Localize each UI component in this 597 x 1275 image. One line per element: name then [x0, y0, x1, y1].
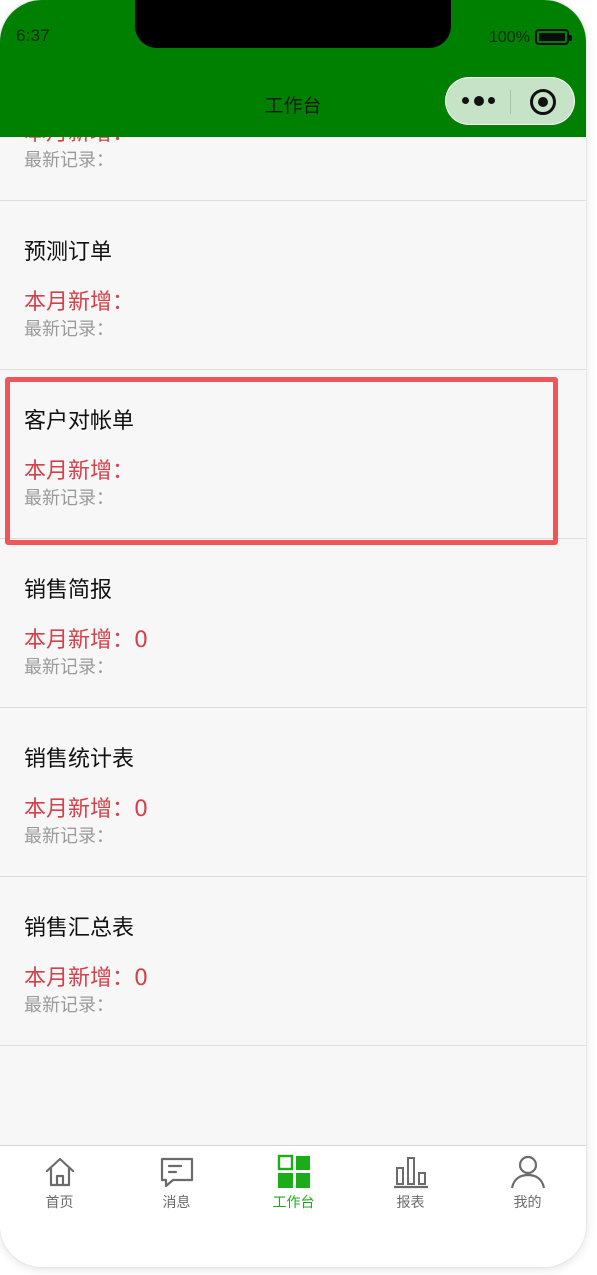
item-monthly-new-value: 0	[134, 628, 149, 653]
tab-label: 首页	[45, 1195, 74, 1211]
item-monthly-new: 本月新增：0	[24, 960, 148, 992]
list-item-sales-statistics[interactable]: 销售统计表 本月新增：0 最新记录：	[0, 708, 586, 877]
list-item-sales-brief[interactable]: 销售简报 本月新增：0 最新记录：	[0, 539, 586, 708]
battery-percentage: 100%	[489, 29, 530, 46]
capsule-divider	[510, 90, 511, 114]
item-monthly-new: 本月新增：0	[24, 622, 148, 654]
item-monthly-new-label: 本月新增：	[24, 137, 134, 146]
list-item-forecast-order[interactable]: 预测订单 本月新增： 最新记录：	[0, 201, 586, 370]
tab-workbench[interactable]: 工作台	[235, 1154, 352, 1224]
item-latest-record: 最新记录：	[24, 488, 114, 509]
item-title: 客户对帐单	[24, 409, 135, 434]
item-monthly-new: 本月新增：	[24, 284, 134, 316]
item-latest-record: 最新记录：	[24, 826, 114, 847]
message-icon	[159, 1154, 195, 1190]
item-latest-record: 最新记录：	[24, 657, 114, 678]
list-item-customer-statement[interactable]: 客户对帐单 本月新增： 最新记录：	[0, 370, 586, 539]
item-monthly-new: 本月新增：	[24, 453, 134, 485]
tab-label: 消息	[162, 1195, 191, 1211]
tab-messages[interactable]: 消息	[118, 1154, 235, 1224]
tab-label: 我的	[513, 1195, 542, 1211]
battery-icon	[535, 29, 572, 45]
top-navigation-bar: 6:37 100% 工作台	[0, 0, 586, 137]
workbench-icon	[276, 1154, 312, 1190]
item-title: 销售简报	[24, 578, 113, 603]
item-title: 销售统计表	[24, 747, 135, 772]
workbench-list: 本月新增： 最新记录： 预测订单 本月新增： 最新记录： 客户对帐单 本月新增：…	[0, 137, 586, 1145]
item-monthly-new-value: 0	[134, 966, 149, 991]
tab-reports[interactable]: 报表	[352, 1154, 469, 1224]
list-item-sales-summary[interactable]: 销售汇总表 本月新增：0 最新记录：	[0, 877, 586, 1046]
item-monthly-new-label: 本月新增：	[24, 797, 135, 822]
tab-label: 报表	[396, 1195, 425, 1211]
report-icon	[393, 1154, 429, 1190]
item-monthly-new: 本月新增：0	[24, 791, 148, 823]
item-monthly-new-label: 本月新增：	[24, 628, 135, 653]
tab-label: 工作台	[272, 1195, 315, 1211]
target-close-icon[interactable]	[530, 89, 556, 115]
item-title: 预测订单	[24, 240, 113, 265]
item-latest-record: 最新记录：	[24, 995, 114, 1016]
more-dots-icon[interactable]	[460, 90, 500, 112]
bottom-tab-bar: 首页 消息 工作台 报表 我的	[0, 1145, 586, 1267]
profile-icon	[510, 1154, 546, 1190]
item-monthly-new-label: 本月新增：	[24, 459, 135, 484]
home-icon	[42, 1154, 78, 1190]
item-monthly-new-label: 本月新增：	[24, 966, 135, 991]
item-latest-record: 最新记录：	[24, 150, 114, 171]
item-latest-record: 最新记录：	[24, 319, 114, 340]
mini-program-capsule	[445, 77, 575, 125]
item-monthly-new-label: 本月新增：	[24, 290, 135, 315]
list-item[interactable]: 本月新增： 最新记录：	[0, 137, 586, 201]
tab-home[interactable]: 首页	[1, 1154, 118, 1224]
device-notch	[135, 0, 451, 48]
tab-profile[interactable]: 我的	[469, 1154, 586, 1224]
status-time: 6:37	[16, 26, 50, 45]
item-monthly-new-value: 0	[134, 797, 149, 822]
phone-frame: 6:37 100% 工作台 本月新增： 最新记录： 预测订单	[0, 0, 586, 1267]
item-title: 销售汇总表	[24, 916, 135, 941]
